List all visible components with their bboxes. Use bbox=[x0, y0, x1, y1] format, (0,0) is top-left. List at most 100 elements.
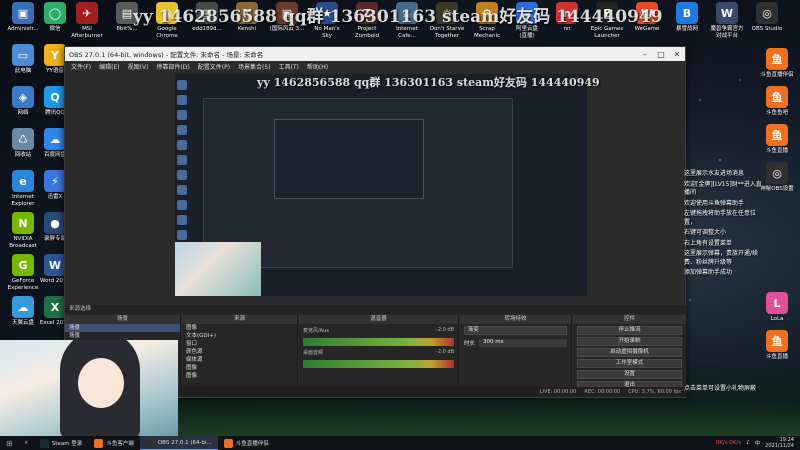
chat-hint: 点击菜单可设置小礼物屏蔽 bbox=[684, 385, 757, 392]
desktop-icon[interactable]: W 魔兽争霸官方 对战平台 bbox=[706, 2, 748, 39]
start-button[interactable]: ⊞ bbox=[0, 436, 19, 450]
search-icon: ⌕ bbox=[24, 439, 28, 446]
duration-input[interactable]: 300 ms bbox=[479, 339, 567, 347]
preview-nested-obs-2 bbox=[274, 119, 424, 199]
status-item: REC: 00:00:00 bbox=[584, 389, 621, 395]
clock-date: 2021/11/24 bbox=[765, 443, 794, 449]
desktop-icon[interactable]: 鱼斗鱼直播伴侣 bbox=[756, 48, 798, 79]
taskbar-item-label: 斗鱼直播伴侣 bbox=[235, 441, 269, 447]
mixer-track-name: 麦克风/Aux bbox=[303, 328, 330, 334]
network-speed: 0K/s 0K/s bbox=[715, 440, 742, 446]
maximize-icon[interactable]: □ bbox=[653, 50, 669, 59]
taskbar-item[interactable]: OBS 27.0.1 (64-bi... bbox=[139, 436, 218, 450]
app-icon: ◎ bbox=[766, 162, 788, 184]
control-button[interactable]: 工作室模式 bbox=[577, 359, 682, 368]
control-button[interactable]: 启动虚拟摄像机 bbox=[577, 348, 682, 357]
app-icon: 鱼 bbox=[766, 330, 788, 352]
obs-menu-item[interactable]: 配置文件(P) bbox=[198, 62, 230, 71]
desktop-icon[interactable]: 鱼斗鱼直播 bbox=[756, 124, 798, 155]
desktop-icon-label: Internet Cafe... bbox=[396, 26, 418, 39]
transition-select[interactable]: 渐变 bbox=[464, 326, 567, 335]
overlay-face bbox=[78, 358, 124, 408]
obs-titlebar[interactable]: OBS 27.0.1 (64-bit, windows) - 配置文件: 未命名… bbox=[65, 47, 685, 61]
controls-panel[interactable]: 控件 停止推流 开始录制 启动虚拟摄像机 工作室模式 设置 退出 bbox=[573, 315, 687, 397]
source-item[interactable]: 图像 bbox=[182, 372, 297, 380]
obs-menu-item[interactable]: 场景集合(S) bbox=[238, 62, 271, 71]
chat-message: 右键可调整大小 bbox=[684, 229, 727, 236]
volume-icon[interactable]: ♪ bbox=[746, 440, 750, 446]
desktop-icon[interactable]: 鱼斗鱼鱼吧 bbox=[756, 86, 798, 117]
minimize-icon[interactable]: – bbox=[637, 50, 653, 59]
scene-item[interactable]: 场景 bbox=[65, 324, 180, 332]
control-button[interactable]: 开始录制 bbox=[577, 337, 682, 346]
taskbar-item[interactable]: 斗鱼直播伴侣 bbox=[218, 436, 275, 450]
obs-menu-item[interactable]: 工具(T) bbox=[279, 62, 299, 71]
desktop-icon[interactable]: B 暴雪战网 bbox=[666, 2, 708, 33]
app-icon: ◎ bbox=[756, 2, 778, 24]
chat-message: 欢迎[金牌][LV15]财**进入直播间 bbox=[684, 180, 762, 197]
chat-message: 欢迎使用斗鱼弹幕助手 bbox=[684, 199, 745, 207]
desktop-icon[interactable]: L LoLa bbox=[756, 292, 798, 323]
source-item[interactable]: 媒体源 bbox=[182, 356, 297, 364]
obs-menubar: 文件(F) 编辑(E) 视图(V) 停靠部件(D) 配置文件(P) 场景集合(S) 工具(T… bbox=[65, 61, 685, 72]
ime-icon[interactable]: 中 bbox=[755, 439, 761, 447]
anime-girl-overlay bbox=[0, 340, 178, 438]
dock-header: 来源选择 bbox=[65, 305, 687, 314]
app-icon: X bbox=[44, 296, 66, 318]
app-icon bbox=[39, 438, 49, 448]
obs-menu-item[interactable]: 文件(F) bbox=[71, 62, 91, 71]
taskbar-item[interactable]: 斗鱼客户端 bbox=[88, 436, 140, 450]
obs-menu-item[interactable]: 停靠部件(D) bbox=[156, 62, 189, 71]
app-icon bbox=[223, 438, 233, 448]
app-icon: 鱼 bbox=[766, 86, 788, 108]
control-button[interactable]: 设置 bbox=[577, 370, 682, 379]
desktop-icon[interactable]: ◎ OBS Studio bbox=[746, 2, 788, 33]
stream-watermark-small: yy 1462856588 qq群 136301163 steam好友码 144… bbox=[257, 76, 600, 89]
scene-item[interactable]: 场景 bbox=[65, 332, 180, 340]
control-button[interactable]: 停止推流 bbox=[577, 326, 682, 335]
close-icon[interactable]: ✕ bbox=[669, 50, 685, 59]
status-item: CPU: 3.7%, 60.00 fps bbox=[628, 389, 681, 395]
status-item: LIVE: 00:00:00 bbox=[539, 389, 577, 395]
app-icon: N bbox=[12, 212, 34, 234]
mixer-track-name: 桌面音频 bbox=[303, 350, 324, 356]
desktop-icon-label: 阿里云盘 (直播) bbox=[515, 26, 538, 39]
source-item[interactable]: 窗口 bbox=[182, 340, 297, 348]
system-tray: 0K/s 0K/s ♪ 中 19:24 2021/11/24 bbox=[716, 437, 800, 449]
source-item[interactable]: 文本(GDI+) bbox=[182, 332, 297, 340]
taskbar-item[interactable]: Steam 登录 bbox=[34, 436, 89, 450]
volume-meter[interactable] bbox=[303, 338, 454, 346]
app-icon: ♺ bbox=[12, 128, 34, 150]
desktop-icon[interactable]: ✈ MSI Afterburner bbox=[66, 2, 108, 39]
obs-menu-item[interactable]: 帮助(H) bbox=[307, 62, 328, 71]
transitions-panel[interactable]: 转场特效 渐变 时长 300 ms bbox=[460, 315, 572, 397]
taskbar-item-label: 斗鱼客户端 bbox=[106, 441, 134, 447]
scenes-title: 场景 bbox=[65, 315, 180, 324]
app-icon: ☁ bbox=[12, 296, 34, 318]
search-button[interactable]: ⌕ bbox=[19, 436, 34, 450]
app-icon: ● bbox=[44, 212, 66, 234]
source-item[interactable]: 图像 bbox=[182, 364, 297, 372]
duration-label: 时长 bbox=[464, 341, 476, 347]
source-item[interactable]: 颜色源 bbox=[182, 348, 297, 356]
desktop-icon-label: MSI Afterburner bbox=[71, 26, 103, 39]
sources-panel[interactable]: 来源 图像 文本(GDI+) 窗口 颜色源 媒体源 图像 图像 bbox=[182, 315, 298, 397]
source-item[interactable]: 图像 bbox=[182, 324, 297, 332]
taskbar: ⊞ ⌕ Steam 登录 斗鱼客户端 OBS 27.0.1 (64-bi... 斗鱼直… bbox=[0, 436, 800, 450]
desktop-icon[interactable]: 鱼斗鱼直播 bbox=[756, 330, 798, 361]
app-icon: ▭ bbox=[12, 44, 34, 66]
sources-title: 来源 bbox=[182, 315, 297, 324]
obs-menu-item[interactable]: 编辑(E) bbox=[99, 62, 119, 71]
app-icon bbox=[145, 438, 155, 447]
obs-menu-item[interactable]: 视图(V) bbox=[128, 62, 149, 71]
app-icon: W bbox=[44, 254, 66, 276]
app-icon: G bbox=[12, 254, 34, 276]
mixer-panel[interactable]: 混音器 麦克风/Aux -2.0 dB 桌面音频 -2.0 dB bbox=[299, 315, 459, 397]
volume-meter[interactable] bbox=[303, 360, 454, 368]
desktop-icon-label: No Man's Sky bbox=[314, 26, 340, 39]
taskbar-item-label: Steam 登录 bbox=[51, 441, 83, 447]
app-icon: ▣ bbox=[12, 2, 34, 24]
obs-preview[interactable] bbox=[175, 74, 587, 296]
clock[interactable]: 19:24 2021/11/24 bbox=[765, 437, 794, 449]
app-icon bbox=[94, 438, 104, 448]
